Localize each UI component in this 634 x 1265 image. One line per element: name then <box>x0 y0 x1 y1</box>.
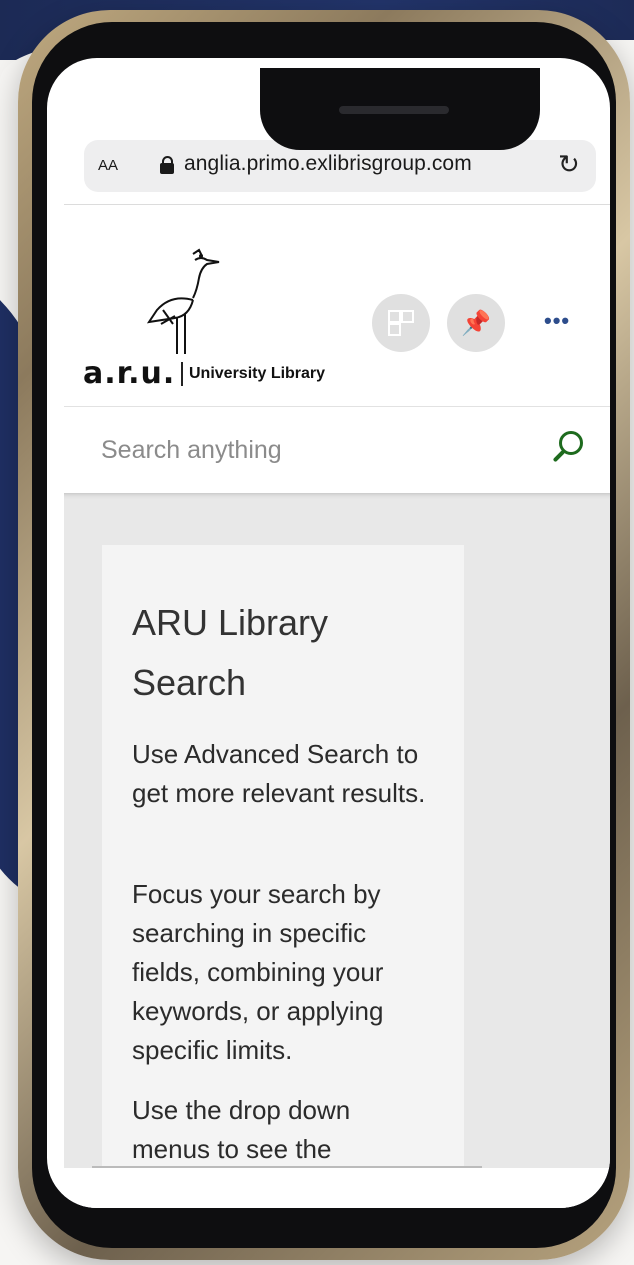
main-content: ARU Library Search Use Advanced Search t… <box>64 493 610 1208</box>
address-bar-divider <box>64 204 610 205</box>
card-paragraph: Use Advanced Search to get more relevant… <box>132 739 426 808</box>
card-paragraph: Use the drop down menus to see the <box>132 1095 351 1164</box>
phone-screen: AA anglia.primo.exlibrisgroup.com ↻ a.r.… <box>47 58 610 1208</box>
search-input[interactable] <box>64 407 610 493</box>
heron-logo-icon <box>146 248 220 354</box>
logo-subtitle: University Library <box>189 365 326 382</box>
qr-code-icon <box>388 310 414 336</box>
card-paragraph: Focus your search by searching in specif… <box>132 879 384 1065</box>
pin-icon: 📌 <box>461 309 491 337</box>
pin-button[interactable]: 📌 <box>447 294 505 352</box>
logo-separator <box>181 362 183 386</box>
search-icon[interactable] <box>550 431 584 467</box>
reload-icon[interactable]: ↻ <box>558 149 580 180</box>
logo-wordmark: a.r.u. <box>83 356 176 391</box>
url-text[interactable]: anglia.primo.exlibrisgroup.com <box>184 152 472 176</box>
more-options-button[interactable]: ••• <box>544 308 570 334</box>
aru-library-logo[interactable]: a.r.u. University Library <box>83 248 373 398</box>
bottom-area <box>47 1168 610 1208</box>
lock-icon <box>160 156 174 174</box>
info-card: ARU Library Search Use Advanced Search t… <box>102 545 464 1208</box>
text-size-button[interactable]: AA <box>98 153 118 176</box>
bottom-divider <box>92 1166 482 1168</box>
qr-code-button[interactable] <box>372 294 430 352</box>
card-title: ARU Library Search <box>132 602 329 703</box>
phone-speaker <box>339 106 449 114</box>
